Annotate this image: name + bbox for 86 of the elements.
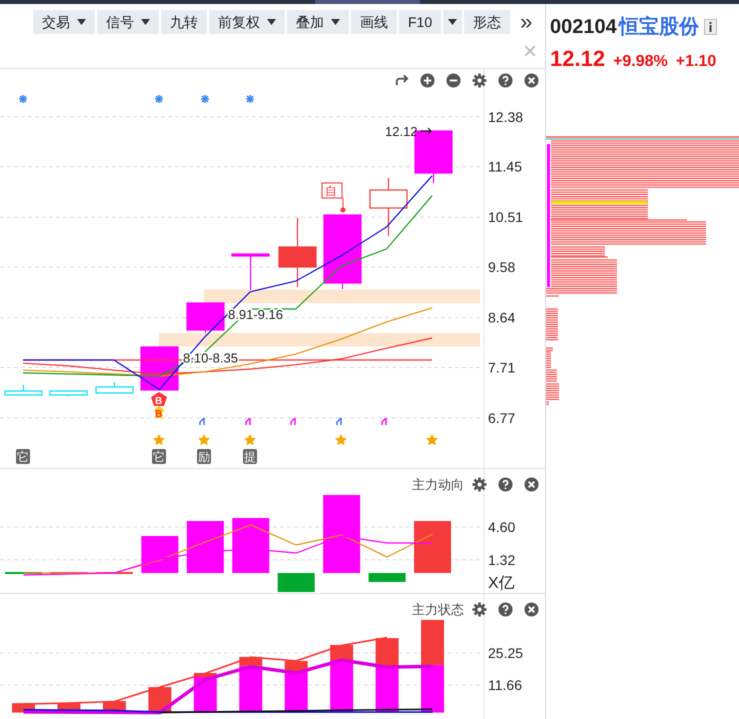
bar xyxy=(186,521,224,573)
close-icon[interactable] xyxy=(524,73,539,88)
toolbar-button[interactable]: 画线 xyxy=(351,10,397,34)
stock-name: 恒宝股份 xyxy=(618,14,699,40)
bar xyxy=(278,573,315,592)
axis-label: 4.60 xyxy=(488,519,516,535)
settings-icon[interactable] xyxy=(472,477,487,492)
candlestick xyxy=(49,390,88,396)
flag-icon xyxy=(199,417,205,426)
toolbar-button[interactable]: F10 xyxy=(399,10,442,34)
flag-icon xyxy=(381,417,387,426)
change-percent: +9.98% xyxy=(613,52,668,72)
bar xyxy=(368,573,406,582)
bar xyxy=(232,518,270,573)
star-icon xyxy=(198,434,210,446)
arrow-icon xyxy=(419,127,432,135)
note-marker xyxy=(322,182,346,212)
buy-tag: B xyxy=(155,409,162,420)
event-tag: 提 xyxy=(243,449,257,464)
toolbar-button[interactable]: 前复权 xyxy=(209,10,285,34)
toolbar-button[interactable]: 交易 xyxy=(33,10,95,34)
caret-icon xyxy=(267,19,276,25)
asterisk-icon xyxy=(200,94,210,104)
event-tag: 励 xyxy=(197,449,211,464)
axis-label: 12.38 xyxy=(488,108,524,125)
axis-label: 7.71 xyxy=(488,360,516,376)
axis-label: 11.45 xyxy=(488,158,522,175)
flag-icon xyxy=(336,417,342,426)
bar xyxy=(421,664,444,713)
help-icon[interactable] xyxy=(498,477,513,492)
stock-price: 12.12 xyxy=(550,45,606,73)
zoom-in-icon[interactable] xyxy=(420,73,435,88)
axis-label: 6.77 xyxy=(488,410,516,426)
zoom-out-icon[interactable] xyxy=(446,73,461,88)
redo-icon[interactable] xyxy=(394,73,409,88)
axis-label: 11.66 xyxy=(488,677,522,694)
toolbar-button[interactable]: 形态 xyxy=(464,10,510,34)
candlestick xyxy=(186,302,225,333)
help-icon[interactable] xyxy=(498,602,513,618)
arrow-marker xyxy=(153,406,165,418)
candlestick xyxy=(95,382,134,394)
toolbar-button[interactable]: 叠加 xyxy=(287,10,349,34)
asterisk-icon xyxy=(245,94,255,104)
event-tag: 它 xyxy=(16,449,30,464)
price-tag: 12.12 xyxy=(385,124,418,139)
bar xyxy=(414,521,452,573)
panel-title: 主力状态 xyxy=(412,601,464,619)
caret-icon xyxy=(141,19,150,25)
close-icon[interactable] xyxy=(524,477,539,492)
toolbar-button[interactable]: 信号 xyxy=(97,10,159,34)
axis-label: 9.58 xyxy=(488,259,516,276)
axis-label: 8.64 xyxy=(488,310,516,326)
settings-icon[interactable] xyxy=(472,602,487,618)
candlestick xyxy=(231,253,270,290)
asterisk-icon xyxy=(154,94,164,104)
help-icon[interactable] xyxy=(498,73,513,88)
asterisk-icon xyxy=(18,94,28,104)
close-icon[interactable] xyxy=(524,602,539,618)
caret-icon xyxy=(77,19,86,25)
candlestick xyxy=(369,178,408,236)
bar xyxy=(141,536,178,573)
star-icon xyxy=(426,434,438,446)
change-amount: +1.10 xyxy=(676,52,716,72)
bar xyxy=(421,620,444,665)
settings-icon[interactable] xyxy=(472,73,487,88)
star-icon xyxy=(335,434,347,446)
event-tag: 它 xyxy=(152,449,166,464)
stock-code: 002104 xyxy=(550,15,617,40)
star-icon xyxy=(153,434,165,446)
candlestick xyxy=(4,385,43,396)
star-icon xyxy=(244,434,256,446)
candlestick xyxy=(278,218,317,287)
caret-icon xyxy=(331,19,340,25)
axis-label: 1.32 xyxy=(488,552,516,568)
flag-icon xyxy=(245,417,251,426)
unit-label: X亿 xyxy=(488,575,515,592)
buy-tag: B xyxy=(155,396,162,407)
dropdown-button[interactable] xyxy=(443,10,462,34)
caret-icon xyxy=(448,19,458,25)
panel-title: 主力动向 xyxy=(412,476,464,494)
axis-label: 10.51 xyxy=(488,209,524,226)
toolbar-button[interactable]: 九转 xyxy=(161,10,207,34)
info-icon[interactable] xyxy=(704,19,717,35)
more-button[interactable]: » xyxy=(520,11,532,33)
axis-label: 25.25 xyxy=(488,645,524,662)
flag-icon xyxy=(290,417,296,426)
